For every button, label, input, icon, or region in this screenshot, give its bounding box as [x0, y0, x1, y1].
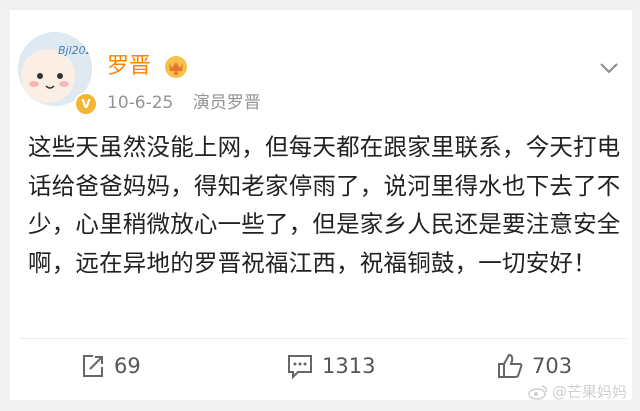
repost-button[interactable]: 69 [80, 348, 141, 384]
repost-icon [83, 355, 103, 377]
comment-count: 1313 [322, 354, 376, 378]
watermark: @芒果妈妈 [528, 381, 627, 402]
weibo-post-card: Bjl2020 V 罗晋 10-6-25 演员罗晋 这些天虽然没能上网，但每天都… [10, 10, 632, 400]
post-date: 10-6-25 [107, 93, 174, 113]
watermark-text: @芒果妈妈 [552, 383, 628, 401]
comment-button[interactable]: 1313 [286, 348, 375, 384]
like-icon [498, 353, 523, 378]
avatar-text: Bjl2020 [58, 44, 92, 57]
post-text: 这些天虽然没能上网，但每天都在跟家里联系，今天打电话给爸爸妈妈，得知老家停雨了，… [28, 133, 621, 277]
crown-icon [165, 56, 187, 78]
repost-count: 69 [114, 354, 141, 378]
post-meta: 10-6-25 演员罗晋 [107, 92, 261, 114]
verified-badge: V [74, 92, 98, 116]
post-source: 演员罗晋 [192, 93, 261, 113]
like-button[interactable]: 703 [496, 348, 572, 384]
top-strip [0, 0, 640, 10]
like-count: 703 [532, 354, 573, 378]
comment-icon [288, 355, 312, 379]
divider [20, 338, 626, 339]
weibo-icon [528, 384, 547, 400]
chevron-down-icon[interactable] [598, 60, 620, 76]
author-name[interactable]: 罗晋 [107, 54, 151, 80]
